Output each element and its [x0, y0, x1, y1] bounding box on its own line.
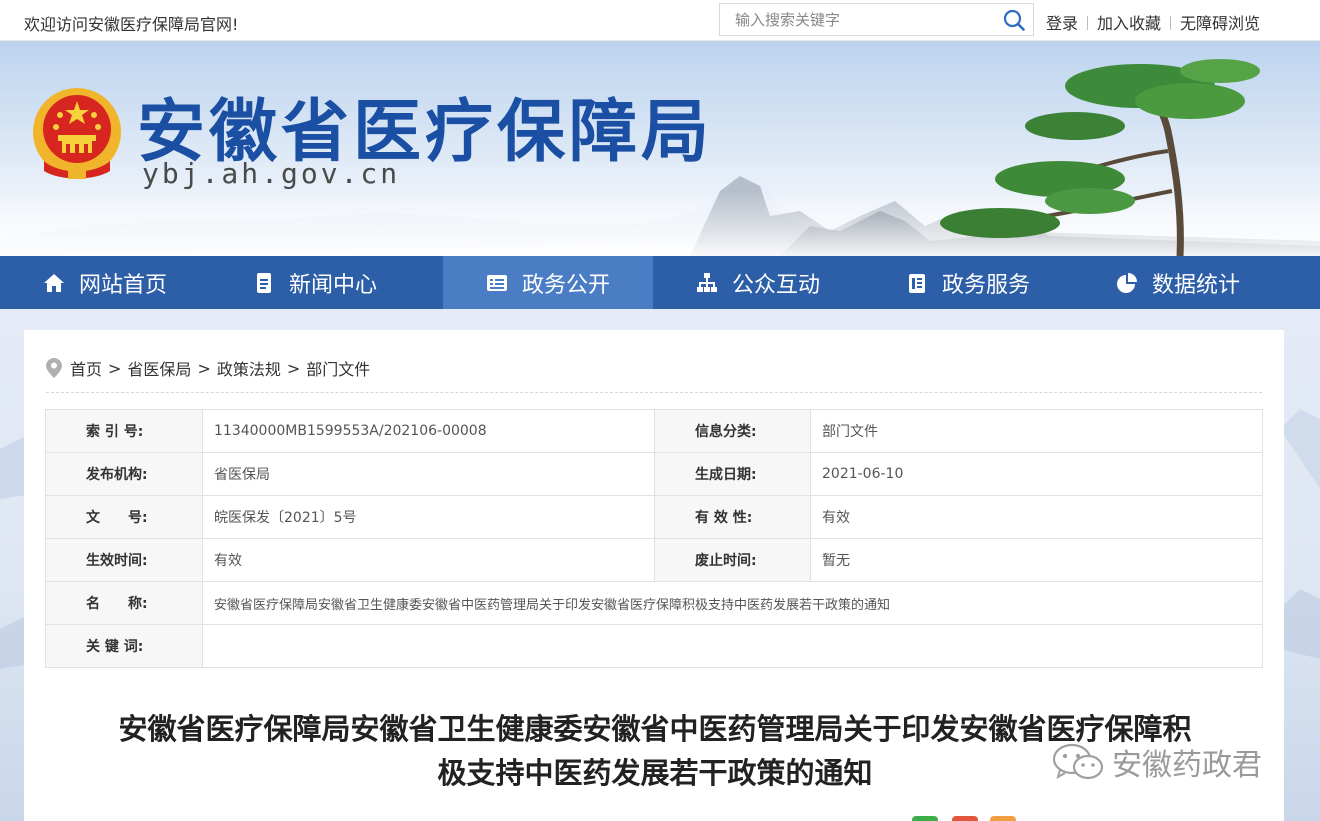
effective-time-label: 生效时间: [45, 538, 203, 582]
table-row: 索 引 号: 11340000MB1599553A/202106-00008 信… [45, 409, 1263, 453]
wechat-icon [1052, 743, 1104, 780]
breadcrumb-separator: > [108, 358, 122, 378]
share-weibo-icon[interactable] [952, 816, 978, 821]
nav-label: 网站首页 [78, 272, 167, 298]
add-favorite-link[interactable]: 加入收藏 [1097, 14, 1161, 33]
effective-time-value: 有效 [202, 538, 655, 582]
date-value: 2021-06-10 [810, 452, 1263, 496]
publisher-value: 省医保局 [202, 452, 655, 496]
top-links: 登录 加入收藏 无障碍浏览 [1046, 10, 1260, 34]
breadcrumb-provincial-bureau[interactable]: 省医保局 [127, 356, 191, 380]
nav-label: 政务公开 [521, 272, 610, 298]
search-input[interactable] [720, 4, 1000, 35]
clipboard-icon [908, 273, 925, 293]
main-navigation: 网站首页 新闻中心 政务公开 公众互动 政务服务 数据统计 [0, 256, 1320, 309]
table-row: 名 称: 安徽省医疗保障局安徽省卫生健康委安徽省中医药管理局关于印发安徽省医疗保… [45, 581, 1263, 625]
pie-chart-icon [1116, 272, 1137, 293]
breadcrumb-policies[interactable]: 政策法规 [217, 356, 281, 380]
nav-item-news[interactable]: 新闻中心 [210, 256, 420, 309]
share-wechat-icon[interactable] [912, 816, 938, 821]
watermark-text: 安徽药政君 [1112, 748, 1262, 783]
nav-item-statistics[interactable]: 数据统计 [1073, 256, 1283, 309]
keywords-label: 关 键 词: [45, 624, 203, 668]
nav-label: 政务服务 [941, 272, 1030, 298]
header-banner: 安徽省医疗保障局 ybj.ah.gov.cn [0, 41, 1320, 256]
list-icon [486, 274, 507, 291]
publisher-label: 发布机构: [45, 452, 203, 496]
validity-value: 有效 [810, 495, 1263, 539]
validity-label: 有 效 性: [654, 495, 811, 539]
index-number-label: 索 引 号: [45, 409, 203, 453]
breadcrumb: 首页 > 省医保局 > 政策法规 > 部门文件 [46, 357, 370, 379]
search-box [719, 3, 1034, 36]
date-label: 生成日期: [654, 452, 811, 496]
document-name-value: 安徽省医疗保障局安徽省卫生健康委安徽省中医药管理局关于印发安徽省医疗保障积极支持… [202, 581, 1263, 625]
nav-label: 数据统计 [1151, 272, 1240, 298]
divider [46, 392, 1262, 393]
document-metadata-table: 索 引 号: 11340000MB1599553A/202106-00008 信… [45, 409, 1263, 668]
document-icon [256, 272, 271, 293]
login-link[interactable]: 登录 [1046, 14, 1078, 33]
table-row: 文 号: 皖医保发〔2021〕5号 有 效 性: 有效 [45, 495, 1263, 539]
nav-label: 公众互动 [731, 272, 820, 298]
repeal-time-label: 废止时间: [654, 538, 811, 582]
accessibility-link[interactable]: 无障碍浏览 [1180, 14, 1260, 33]
nav-item-government-services[interactable]: 政务服务 [863, 256, 1073, 309]
national-emblem-icon [33, 88, 121, 179]
index-number-value: 11340000MB1599553A/202106-00008 [202, 409, 655, 453]
breadcrumb-home[interactable]: 首页 [70, 356, 102, 380]
breadcrumb-separator: > [286, 358, 301, 378]
table-row: 生效时间: 有效 废止时间: 暂无 [45, 538, 1263, 582]
search-icon[interactable] [1003, 9, 1025, 31]
top-bar: 欢迎访问安徽医疗保障局官网! 登录加入收藏无障碍浏览 [0, 0, 1320, 41]
welcome-text: 欢迎访问安徽医疗保障局官网! [24, 15, 239, 34]
nav-item-public-interaction[interactable]: 公众互动 [653, 256, 863, 309]
nav-item-home[interactable]: 网站首页 [0, 256, 210, 309]
document-number-value: 皖医保发〔2021〕5号 [202, 495, 655, 539]
sitemap-icon [696, 272, 717, 292]
site-domain: ybj.ah.gov.cn [142, 157, 401, 190]
document-number-label: 文 号: [45, 495, 203, 539]
divider [1170, 16, 1172, 30]
breadcrumb-department-documents[interactable]: 部门文件 [306, 356, 370, 380]
location-pin-icon [46, 358, 62, 378]
category-value: 部门文件 [810, 409, 1263, 453]
divider [1087, 16, 1089, 30]
nav-item-government-affairs[interactable]: 政务公开 [443, 256, 653, 309]
nav-label: 新闻中心 [288, 272, 377, 298]
home-icon [43, 273, 64, 292]
repeal-time-value: 暂无 [810, 538, 1263, 582]
wechat-watermark: 安徽药政君 [1050, 740, 1262, 784]
breadcrumb-separator: > [197, 358, 211, 378]
document-name-label: 名 称: [45, 581, 203, 625]
keywords-value [202, 624, 1263, 668]
category-label: 信息分类: [654, 409, 811, 453]
table-row: 发布机构: 省医保局 生成日期: 2021-06-10 [45, 452, 1263, 496]
share-qzone-icon[interactable] [990, 816, 1016, 821]
table-row: 关 键 词: [45, 624, 1263, 668]
